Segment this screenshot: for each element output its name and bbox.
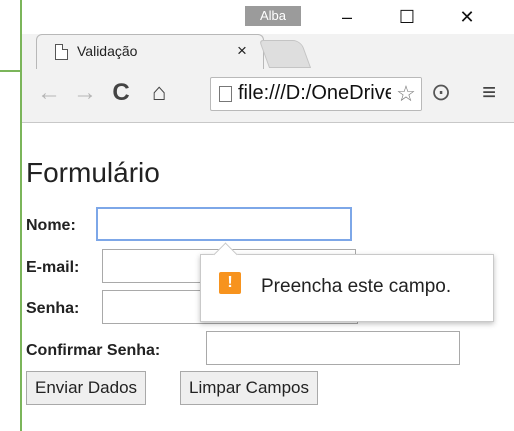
toolbar: ← → C ⌂ file:///D:/OneDrive ☆ ⊙ ≡ bbox=[22, 68, 514, 122]
reload-icon[interactable]: C bbox=[108, 78, 134, 108]
browser-window: Alba – ☐ ✕ Validação × ← → C ⌂ file:///D… bbox=[22, 0, 514, 431]
page-icon bbox=[55, 44, 68, 60]
enviar-dados-button[interactable]: Enviar Dados bbox=[26, 371, 147, 405]
minimize-button[interactable]: – bbox=[326, 4, 368, 30]
tab-title: Validação bbox=[77, 43, 138, 59]
tab-validacao[interactable]: Validação × bbox=[36, 34, 264, 69]
title-bar: Alba – ☐ ✕ bbox=[22, 0, 514, 34]
email-label: E-mail: bbox=[26, 259, 80, 276]
back-arrow-icon[interactable]: ← bbox=[36, 78, 62, 108]
nome-field[interactable] bbox=[96, 207, 352, 241]
maximize-button[interactable]: ☐ bbox=[386, 4, 428, 30]
browser-chrome: Alba – ☐ ✕ Validação × ← → C ⌂ file:///D… bbox=[22, 0, 514, 123]
menu-icon[interactable]: ≡ bbox=[476, 78, 502, 108]
page-title: Formulário bbox=[26, 157, 160, 188]
tab-close-icon[interactable]: × bbox=[237, 41, 247, 61]
nome-label: Nome: bbox=[26, 217, 76, 234]
address-url[interactable]: file:///D:/OneDrive bbox=[238, 82, 396, 105]
validation-tooltip: ! Preencha este campo. bbox=[200, 242, 494, 322]
validation-message: Preencha este campo. bbox=[261, 276, 452, 297]
camera-icon[interactable]: ⊙ bbox=[428, 78, 454, 108]
star-icon[interactable]: ☆ bbox=[391, 78, 421, 110]
home-icon[interactable]: ⌂ bbox=[146, 78, 172, 108]
page-content: Formulário Nome: E-mail: Senha: Confirma… bbox=[22, 123, 514, 431]
new-tab-button[interactable] bbox=[258, 40, 312, 68]
confirmar-senha-field[interactable] bbox=[206, 331, 460, 365]
profile-badge[interactable]: Alba bbox=[245, 6, 301, 26]
page-icon bbox=[219, 86, 232, 102]
warning-icon: ! bbox=[219, 272, 241, 294]
close-window-button[interactable]: ✕ bbox=[446, 4, 488, 30]
tooltip-arrow bbox=[213, 242, 238, 267]
confirmar-senha-label: Confirmar Senha: bbox=[26, 342, 161, 359]
forward-arrow-icon[interactable]: → bbox=[72, 78, 98, 108]
senha-label: Senha: bbox=[26, 300, 80, 317]
limpar-campos-button[interactable]: Limpar Campos bbox=[180, 371, 318, 405]
address-bar[interactable]: file:///D:/OneDrive ☆ bbox=[210, 77, 422, 111]
